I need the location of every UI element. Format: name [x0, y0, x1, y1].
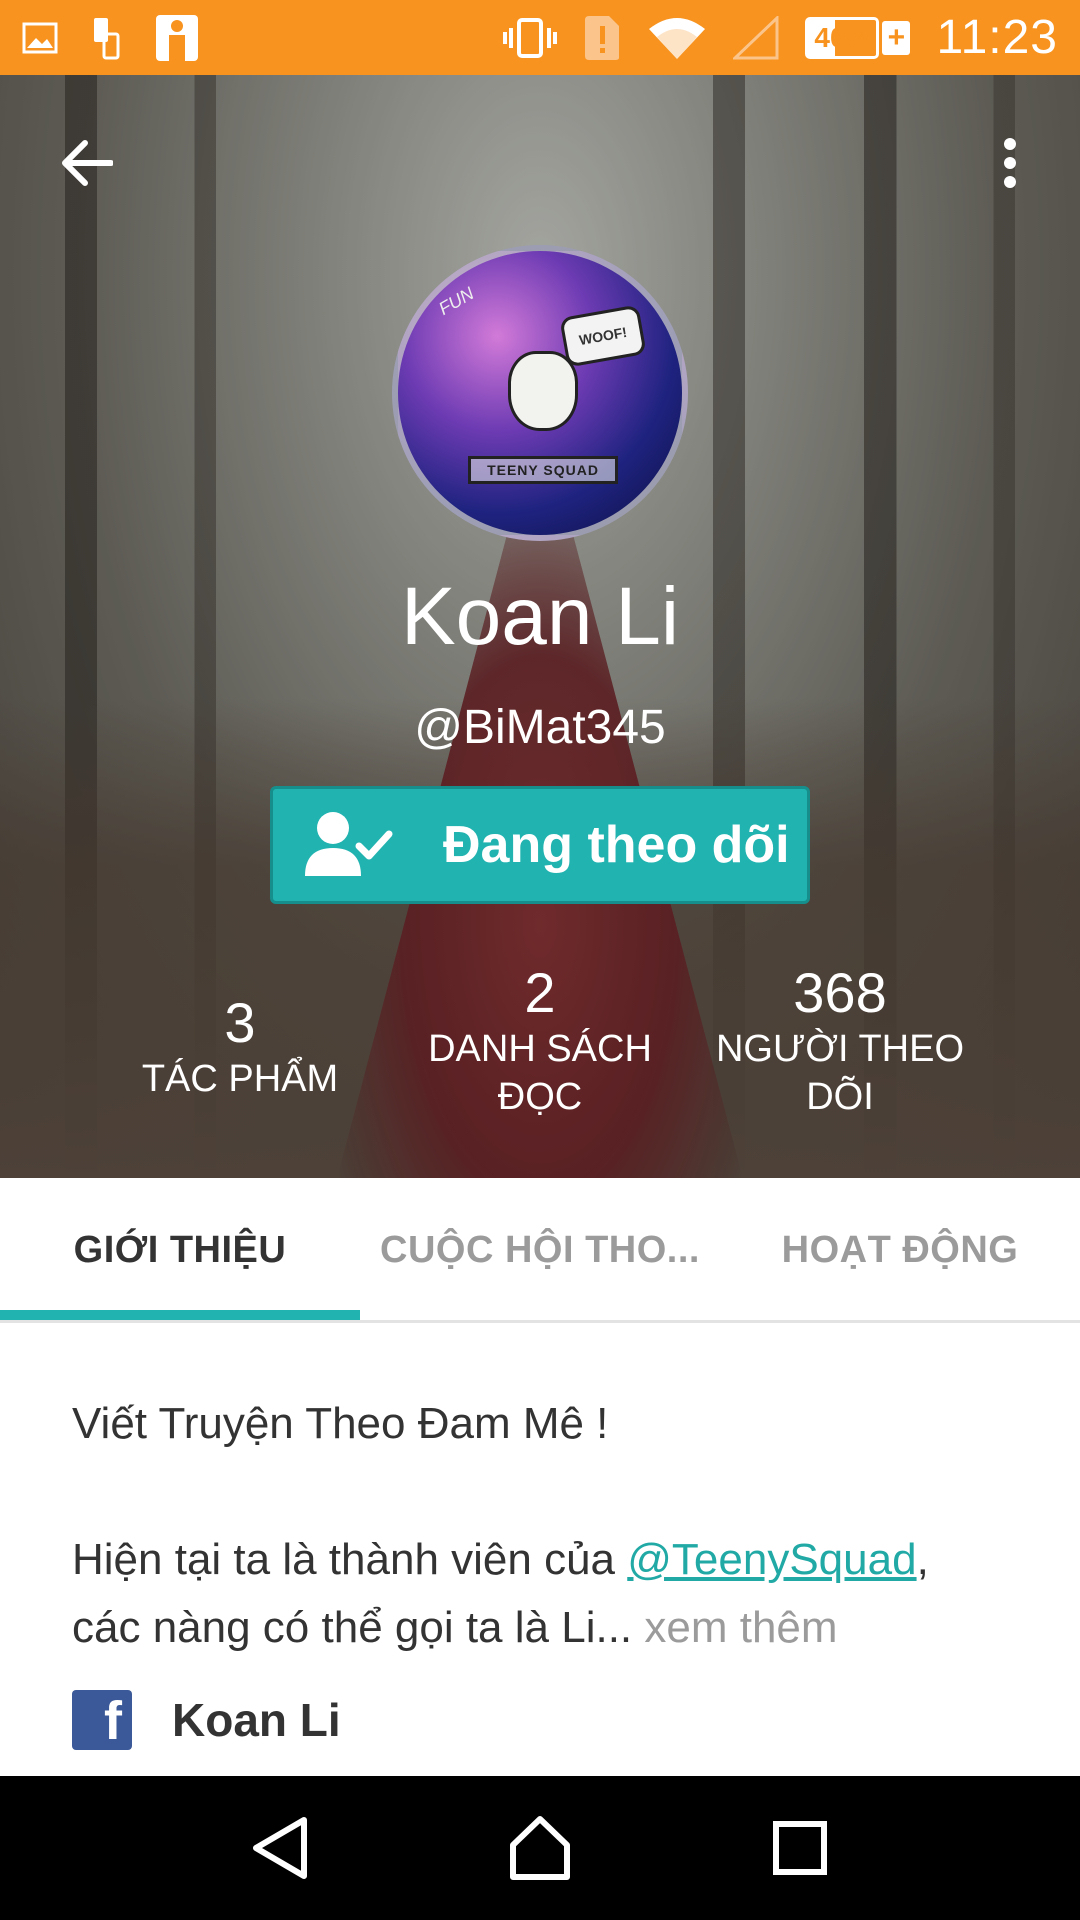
stat-reading-lists[interactable]: 2 DANH SÁCH ĐỌC	[400, 960, 680, 1121]
stat-works[interactable]: 3 TÁC PHẨM	[120, 990, 360, 1103]
profile-name: Koan Li	[400, 571, 680, 662]
user-check-icon	[303, 808, 393, 883]
tab-conversations[interactable]: CUỘC HỘI THO...	[360, 1178, 720, 1323]
phone-device-icon	[92, 16, 120, 60]
alert-icon	[583, 14, 621, 62]
image-icon	[22, 22, 58, 54]
about-description: Hiện tại ta là thành viên của @TeenySqua…	[72, 1535, 929, 1652]
nav-back-icon[interactable]	[235, 1803, 325, 1893]
facebook-link[interactable]: f Koan Li	[72, 1690, 341, 1750]
vibrate-icon	[503, 17, 558, 58]
battery-icon: 40% +	[805, 16, 911, 59]
tab-about[interactable]: GIỚI THIỆU	[0, 1178, 360, 1323]
navigation-bar	[0, 1776, 1080, 1920]
facebook-icon: f	[72, 1690, 132, 1750]
profile-tabs: GIỚI THIỆU CUỘC HỘI THO... HOẠT ĐỘNG	[0, 1178, 1080, 1323]
see-more-link[interactable]: xem thêm	[632, 1603, 837, 1652]
tab-activity[interactable]: HOẠT ĐỘNG	[720, 1178, 1080, 1323]
no-signal-icon	[733, 15, 779, 60]
following-button[interactable]: Đang theo dõi	[270, 786, 810, 904]
profile-stats: 3 TÁC PHẨM 2 DANH SÁCH ĐỌC 368 NGƯỜI THE…	[0, 960, 1080, 1140]
tab-indicator	[0, 1310, 360, 1320]
mention-link[interactable]: @TeenySquad	[627, 1535, 916, 1584]
about-section: Viết Truyện Theo Đam Mê ! Hiện tại ta là…	[72, 1390, 1012, 1662]
profile-handle: @BiMat345	[414, 701, 666, 754]
battery-percent: 40%	[814, 21, 871, 53]
stat-followers[interactable]: 368 NGƯỜI THEO DÕI	[700, 960, 980, 1121]
clock: 11:23	[936, 11, 1058, 64]
back-arrow-icon[interactable]	[52, 128, 122, 198]
following-button-label: Đang theo dõi	[443, 816, 790, 874]
wifi-icon	[647, 15, 707, 61]
facebook-name: Koan Li	[172, 1694, 341, 1746]
avatar[interactable]: FUN WOOF! TEENY SQUAD	[392, 245, 688, 541]
nav-recents-icon[interactable]	[755, 1803, 845, 1893]
nav-home-icon[interactable]	[495, 1803, 585, 1893]
app-icon	[154, 13, 200, 63]
about-tagline: Viết Truyện Theo Đam Mê !	[72, 1399, 609, 1448]
more-options-icon[interactable]	[990, 128, 1030, 198]
status-bar: 40% + 11:23	[0, 0, 1080, 75]
